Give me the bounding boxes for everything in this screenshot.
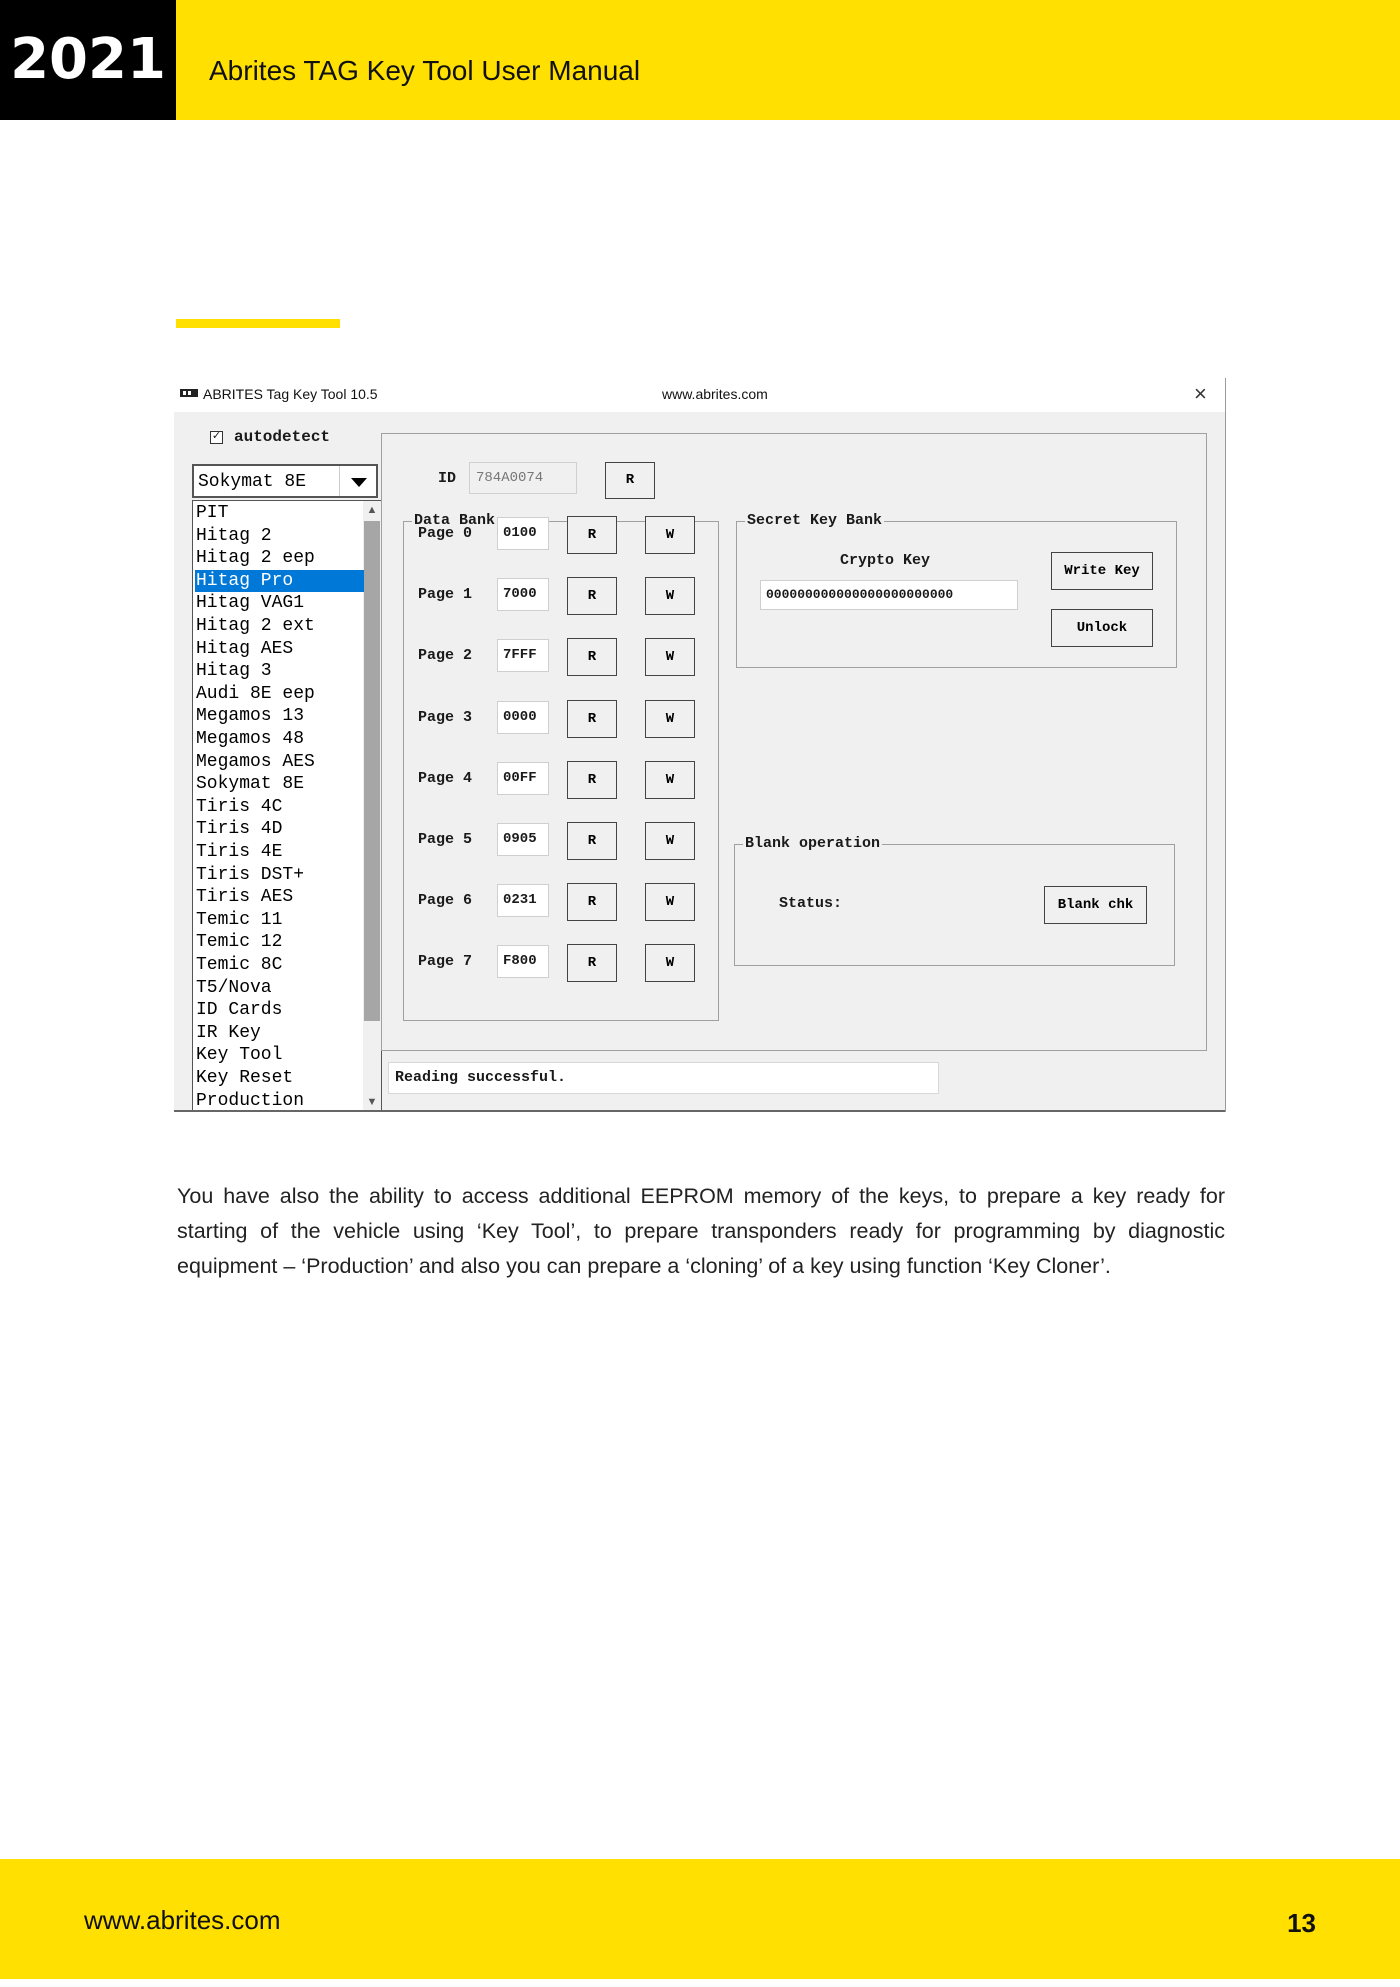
list-item[interactable]: Tiris 4E <box>195 841 364 863</box>
page-read-button[interactable]: R <box>567 760 617 799</box>
list-item[interactable]: Key Reset <box>195 1067 364 1089</box>
page-read-button[interactable]: R <box>567 944 617 983</box>
page-read-button[interactable]: R <box>567 516 617 554</box>
list-item[interactable]: Tiris AES <box>195 886 364 908</box>
list-item[interactable]: Megamos AES <box>195 751 364 773</box>
year-badge: 2021 <box>0 0 176 120</box>
list-item[interactable]: Temic 8C <box>195 954 364 976</box>
dropdown-button[interactable] <box>339 466 376 496</box>
scroll-up-icon[interactable]: ▲ <box>363 501 381 519</box>
list-item[interactable]: Sokymat 8E <box>195 773 364 795</box>
secret-key-bank-title: Secret Key Bank <box>745 512 885 530</box>
page-read-button[interactable]: R <box>567 699 617 738</box>
list-item[interactable]: Tiris 4D <box>195 818 364 840</box>
id-label: ID <box>438 470 457 487</box>
list-item[interactable]: Hitag 3 <box>195 660 364 682</box>
list-item[interactable]: T5/Nova <box>195 977 364 999</box>
page-write-button[interactable]: W <box>645 516 695 554</box>
page-write-button[interactable]: W <box>645 638 695 677</box>
page-write-button[interactable]: W <box>645 883 695 922</box>
document-title: Abrites TAG Key Tool User Manual <box>209 55 641 86</box>
page-value-field[interactable]: 7000 <box>497 578 549 612</box>
page-read-button[interactable]: R <box>567 822 617 860</box>
page-value-field[interactable]: 7FFF <box>497 639 549 673</box>
page-label: Page 5 <box>418 831 473 848</box>
autodetect-label: autodetect <box>234 428 331 446</box>
scroll-thumb[interactable] <box>364 521 380 1021</box>
page-label: Page 1 <box>418 586 473 604</box>
app-icon <box>180 389 198 397</box>
page-write-button[interactable]: W <box>645 699 695 738</box>
close-icon[interactable]: × <box>1194 381 1207 407</box>
page-value-field[interactable]: 00FF <box>497 761 549 795</box>
scroll-down-icon[interactable]: ▼ <box>363 1093 381 1111</box>
crypto-key-field[interactable]: 000000000000000000000000 <box>760 580 1018 610</box>
list-item[interactable]: Temic 11 <box>195 909 364 931</box>
page-read-button[interactable]: R <box>567 883 617 922</box>
status-label: Status: <box>779 895 843 912</box>
transponder-type-select[interactable]: Sokymat 8E <box>192 464 378 498</box>
list-item[interactable]: Hitag VAG1 <box>195 592 364 614</box>
list-item[interactable]: Audi 8E eep <box>195 683 364 705</box>
page-value-field[interactable]: 0100 <box>497 517 549 550</box>
page-label: Page 2 <box>418 647 473 665</box>
list-item[interactable]: Hitag 2 <box>195 525 364 547</box>
list-item[interactable]: Hitag 2 ext <box>195 615 364 637</box>
unlock-button[interactable]: Unlock <box>1051 609 1153 647</box>
list-item[interactable]: IR Key <box>195 1022 364 1044</box>
crypto-key-label: Crypto Key <box>840 552 931 569</box>
list-item[interactable]: Production <box>195 1090 364 1112</box>
page-value-field[interactable]: F800 <box>497 945 549 979</box>
page-value-field[interactable]: 0231 <box>497 884 549 918</box>
footer-url[interactable]: www.abrites.com <box>84 1859 281 1981</box>
page-number: 13 <box>1287 1908 1316 1938</box>
list-item[interactable]: Hitag AES <box>195 638 364 660</box>
list-item[interactable]: Key Tool <box>195 1044 364 1066</box>
selected-type: Sokymat 8E <box>198 472 307 492</box>
page-label: Page 7 <box>418 953 473 971</box>
list-item[interactable]: Megamos 48 <box>195 728 364 750</box>
window-url: www.abrites.com <box>662 386 768 402</box>
list-item[interactable]: Temic 12 <box>195 931 364 953</box>
page-write-button[interactable]: W <box>645 822 695 860</box>
blank-operation-title: Blank operation <box>743 835 883 853</box>
page-label: Page 4 <box>418 769 473 787</box>
title-bar: ABRITES Tag Key Tool 10.5 www.abrites.co… <box>174 378 1225 412</box>
blank-check-button[interactable]: Blank chk <box>1044 886 1147 924</box>
page-label: Page 0 <box>418 525 473 542</box>
list-item[interactable]: Hitag Pro <box>195 569 364 592</box>
write-key-button[interactable]: Write Key <box>1051 552 1153 590</box>
transponder-list[interactable]: ▲ ▼ PIT Hitag 2 Hitag 2 eep Hitag Pro Hitag … <box>192 500 382 1112</box>
page-write-button[interactable]: W <box>645 760 695 799</box>
page-label: Page 6 <box>418 892 473 910</box>
page-footer: www.abrites.com 13 <box>0 1859 1400 1979</box>
window-bottom-border <box>174 1110 1225 1112</box>
page-header: 2021 Abrites TAG Key Tool User Manual <box>0 0 1400 120</box>
status-bar: Reading successful. <box>388 1062 939 1094</box>
list-item[interactable]: Hitag 2 eep <box>195 547 364 569</box>
page-read-button[interactable]: R <box>567 638 617 677</box>
body-paragraph: You have also the ability to access addi… <box>177 1183 1225 1278</box>
list-scrollbar[interactable]: ▲ ▼ <box>363 501 381 1111</box>
page-value-field[interactable]: 0000 <box>497 700 549 734</box>
page-value-field[interactable]: 0905 <box>497 823 549 856</box>
list-item[interactable]: Tiris DST+ <box>195 864 364 886</box>
list-item[interactable]: Tiris 4C <box>195 796 364 818</box>
read-id-button[interactable]: R <box>605 462 655 499</box>
chevron-down-icon <box>351 478 367 487</box>
autodetect-checkbox[interactable]: ✓ <box>210 431 223 444</box>
window-title: ABRITES Tag Key Tool 10.5 <box>203 386 378 402</box>
app-window: ABRITES Tag Key Tool 10.5 www.abrites.co… <box>174 378 1226 1112</box>
page-write-button[interactable]: W <box>645 944 695 983</box>
page-write-button[interactable]: W <box>645 577 695 616</box>
page-label: Page 3 <box>418 708 473 726</box>
list-item[interactable]: ID Cards <box>195 999 364 1021</box>
id-field[interactable]: 784A0074 <box>469 462 577 494</box>
list-item[interactable]: Megamos 13 <box>195 705 364 727</box>
page-read-button[interactable]: R <box>567 577 617 616</box>
accent-bar <box>176 319 340 328</box>
list-item[interactable]: PIT <box>195 502 364 524</box>
